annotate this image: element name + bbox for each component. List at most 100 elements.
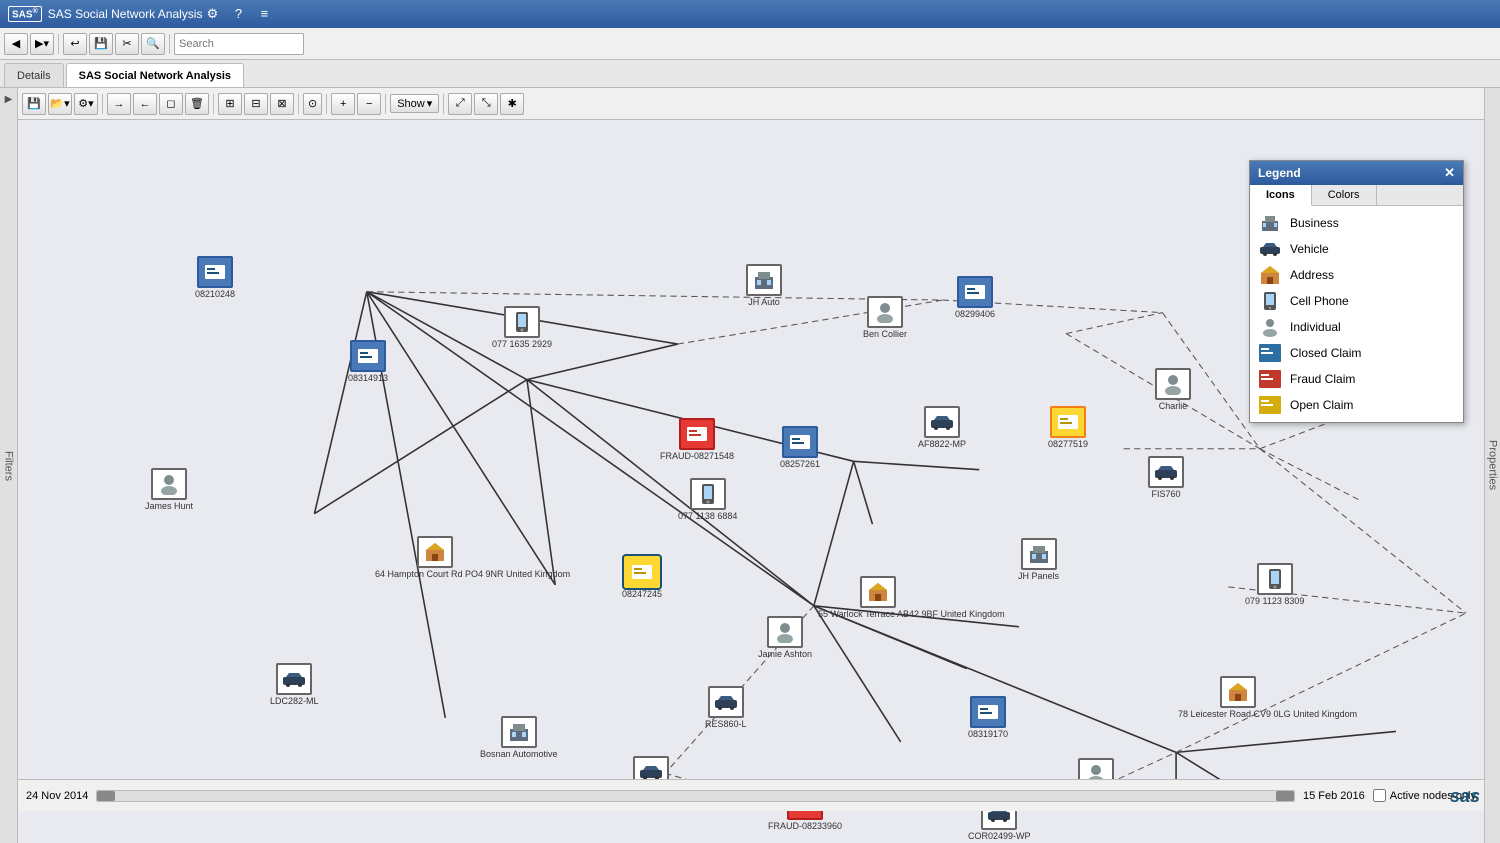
open-button[interactable]: 📂▾ — [48, 93, 72, 115]
save-button[interactable]: 💾 — [89, 33, 113, 55]
node-label-james-hunt: James Hunt — [145, 501, 193, 511]
node-08299406[interactable]: 08299406 — [955, 276, 995, 319]
node-address2[interactable]: 55 Warlock Terrace AB42 9BF United Kingd… — [818, 576, 938, 619]
node-icon-08257261 — [782, 426, 818, 458]
legend-item-individual[interactable]: Individual — [1250, 314, 1463, 340]
node-08314913[interactable]: 08314913 — [348, 340, 388, 383]
export-button[interactable]: → — [107, 93, 131, 115]
titlebar: SAS® SAS Social Network Analysis ⚙ ? ≡ — [0, 0, 1500, 28]
zoom-in-button[interactable]: + — [331, 93, 355, 115]
settings-graph-button[interactable]: ⚙▾ — [74, 93, 98, 115]
node-label-fraud2: FRAUD-08233960 — [768, 821, 842, 831]
sep8 — [443, 94, 444, 114]
node-address1[interactable]: 64 Hampton Court Rd PO4 9NR United Kingd… — [375, 536, 495, 579]
legend-item-closed-claim[interactable]: Closed Claim — [1250, 340, 1463, 366]
refresh-button[interactable]: ✱ — [500, 93, 524, 115]
node-phone1[interactable]: 077 1635 2929 — [492, 306, 552, 349]
layout-button[interactable]: ⊟ — [244, 93, 268, 115]
scroll-thumb-left[interactable] — [97, 791, 115, 801]
properties-sidebar[interactable]: Properties — [1484, 88, 1500, 843]
individual-label: Individual — [1290, 320, 1341, 334]
tab-details[interactable]: Details — [4, 63, 64, 87]
active-nodes-checkbox[interactable] — [1373, 789, 1386, 802]
sas-logo: SAS® — [8, 6, 42, 22]
import-button[interactable]: ← — [133, 93, 157, 115]
save-graph-button[interactable]: 💾 — [22, 93, 46, 115]
node-label-phone2: 077 1138 6884 — [678, 511, 737, 521]
node-08319170[interactable]: 08319170 — [968, 696, 1008, 739]
zoom-out-button[interactable]: − — [357, 93, 381, 115]
node-bosnan[interactable]: Bosnan Automotive — [480, 716, 558, 759]
legend-tab-colors[interactable]: Colors — [1312, 185, 1377, 205]
undo-button[interactable]: ↩ — [63, 33, 87, 55]
filters-label: Filters — [3, 451, 15, 481]
node-label-bosnan: Bosnan Automotive — [480, 749, 558, 759]
node-ldc282[interactable]: LDC282-ML — [270, 663, 319, 706]
delete-button[interactable]: 🗑 — [185, 93, 209, 115]
search-input[interactable] — [174, 33, 304, 55]
fraud-claim-icon — [1258, 369, 1282, 389]
legend-close-button[interactable]: ✕ — [1444, 165, 1455, 181]
node-icon-ben-collier — [867, 296, 903, 328]
scroll-thumb-right[interactable] — [1276, 791, 1294, 801]
toolbar1: ◀ ▶▾ ↩ 💾 ✂ 🔍 — [0, 28, 1500, 60]
settings-icon[interactable]: ⚙ — [202, 6, 222, 22]
titlebar-icons: ⚙ ? ≡ — [202, 6, 274, 22]
node-icon-address3 — [1220, 676, 1256, 708]
timeline-scrollbar[interactable] — [96, 790, 1295, 802]
expand-button[interactable]: ⤢ — [448, 93, 472, 115]
fraud-claim-label: Fraud Claim — [1290, 372, 1355, 386]
business-label: Business — [1290, 216, 1339, 230]
legend-item-vehicle[interactable]: Vehicle — [1250, 236, 1463, 262]
legend-item-cellphone[interactable]: Cell Phone — [1250, 288, 1463, 314]
node-fis760[interactable]: FIS760 — [1148, 456, 1184, 499]
show-dropdown-button[interactable]: Show ▾ — [390, 94, 439, 113]
collapse-button[interactable]: ⤡ — [474, 93, 498, 115]
legend-tab-icons[interactable]: Icons — [1250, 185, 1312, 206]
node-res860[interactable]: RES860-L — [705, 686, 747, 729]
node-label-08314913: 08314913 — [348, 373, 388, 383]
select-button[interactable]: ◻ — [159, 93, 183, 115]
node-icon-james-hunt — [151, 468, 187, 500]
node-icon-bosnan — [501, 716, 537, 748]
node-address3[interactable]: 78 Leicester Road CV9 0LG United Kingdom — [1178, 676, 1298, 719]
date-right: 15 Feb 2016 — [1303, 790, 1365, 802]
legend-item-open-claim[interactable]: Open Claim — [1250, 392, 1463, 418]
find-button[interactable]: 🔍 — [141, 33, 165, 55]
node-label-ben-collier: Ben Collier — [863, 329, 907, 339]
node-label-phone1: 077 1635 2929 — [492, 339, 552, 349]
node-jh-auto[interactable]: JH Auto — [746, 264, 782, 307]
individual-icon — [1258, 317, 1282, 337]
node-fraud-08271548[interactable]: FRAUD-08271548 — [660, 418, 734, 461]
properties-label: Properties — [1487, 440, 1499, 490]
back-button[interactable]: ◀ — [4, 33, 28, 55]
cut-button[interactable]: ✂ — [115, 33, 139, 55]
node-jamie-ashton[interactable]: Jamie Ashton — [758, 616, 812, 659]
node-af8822[interactable]: AF8822-MP — [918, 406, 966, 449]
node-08247245[interactable]: 08247245 — [622, 556, 662, 599]
node-icon-phone1 — [504, 306, 540, 338]
help-icon[interactable]: ? — [228, 6, 248, 22]
filters-sidebar[interactable]: ▶ Filters — [0, 88, 18, 843]
forward-split-button[interactable]: ▶▾ — [30, 33, 54, 55]
node-label-08299406: 08299406 — [955, 309, 995, 319]
grid-button[interactable]: ⊞ — [218, 93, 242, 115]
node-phone2[interactable]: 077 1138 6884 — [678, 478, 737, 521]
node-charlie[interactable]: Charlie — [1155, 368, 1191, 411]
legend-item-business[interactable]: Business — [1250, 210, 1463, 236]
cluster-button[interactable]: ⊠ — [270, 93, 294, 115]
menu-icon[interactable]: ≡ — [254, 6, 274, 22]
node-08277519[interactable]: 08277519 — [1048, 406, 1088, 449]
node-phone3[interactable]: 079 1123 8309 — [1245, 563, 1304, 606]
node-james-hunt[interactable]: James Hunt — [145, 468, 193, 511]
graph-canvas[interactable]: 08210248 08314913 077 1635 2929 — [18, 120, 1484, 811]
node-icon-08319170 — [970, 696, 1006, 728]
legend-item-fraud-claim[interactable]: Fraud Claim — [1250, 366, 1463, 392]
node-08257261[interactable]: 08257261 — [780, 426, 820, 469]
tab-sna[interactable]: SAS Social Network Analysis — [66, 63, 244, 87]
node-label-af8822: AF8822-MP — [918, 439, 966, 449]
node-08210248[interactable]: 08210248 — [195, 256, 235, 299]
node-jh-panels[interactable]: JH Panels — [1018, 538, 1059, 581]
node-ben-collier[interactable]: Ben Collier — [863, 296, 907, 339]
legend-item-address[interactable]: Address — [1250, 262, 1463, 288]
